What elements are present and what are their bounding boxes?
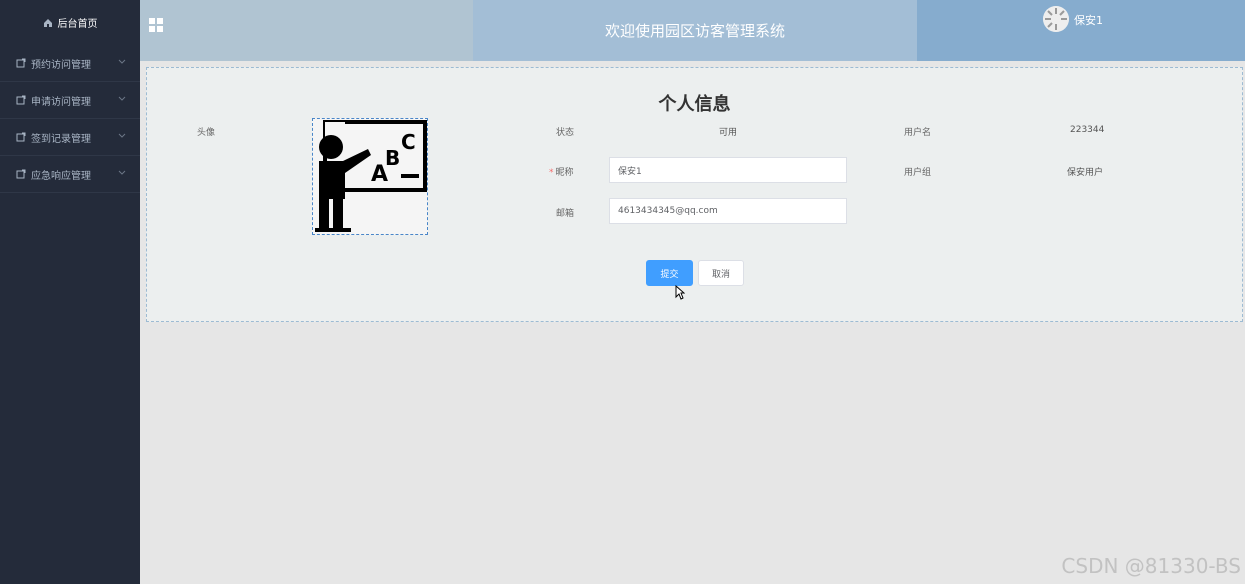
cancel-button[interactable]: 取消 <box>698 260 744 286</box>
required-mark: * <box>549 168 554 178</box>
watermark: CSDN @81330-BS <box>1061 554 1241 578</box>
header-user[interactable]: 保安1 <box>917 0 1245 61</box>
group-label: 用户组 <box>904 168 932 178</box>
sidebar: 后台首页 预约访问管理 申请访问管理 签到记录管理 应急响应管理 <box>0 0 140 584</box>
doc-icon <box>16 95 26 105</box>
avatar-label: 头像 <box>197 128 216 138</box>
sidebar-home[interactable]: 后台首页 <box>0 0 140 45</box>
header-username[interactable]: 保安1 <box>1074 12 1103 28</box>
chevron-down-icon <box>118 168 126 176</box>
group-value: 保安用户 <box>1067 168 1104 178</box>
chevron-down-icon <box>118 57 126 65</box>
username-label: 用户名 <box>904 128 932 138</box>
sidebar-item-label: 签到记录管理 <box>31 133 91 145</box>
sidebar-item-label: 应急响应管理 <box>31 170 91 182</box>
email-label: 邮箱 <box>556 209 575 219</box>
sidebar-item-label: 预约访问管理 <box>31 59 91 71</box>
top-header: 欢迎使用园区访客管理系统 保安1 <box>140 0 1245 61</box>
teacher-board-icon: A B C <box>313 119 427 234</box>
chevron-down-icon <box>118 94 126 102</box>
sidebar-home-label: 后台首页 <box>57 19 98 30</box>
nickname-field[interactable]: 保安1 <box>609 157 847 183</box>
profile-card: 个人信息 头像 A B C 状态 可用 用户名 223344 * 昵称 保安1 用… <box>146 67 1243 322</box>
submit-button[interactable]: 提交 <box>646 260 693 286</box>
sidebar-item-appointment[interactable]: 预约访问管理 <box>0 45 140 82</box>
sidebar-item-emergency[interactable]: 应急响应管理 <box>0 156 140 193</box>
sidebar-item-application[interactable]: 申请访问管理 <box>0 82 140 119</box>
page-title: 个人信息 <box>658 94 731 115</box>
header-left <box>140 0 473 61</box>
avatar[interactable] <box>1043 6 1069 32</box>
nickname-label: * 昵称 <box>549 168 574 178</box>
grid-icon[interactable] <box>149 18 164 33</box>
username-value: 223344 <box>1070 125 1105 135</box>
home-icon <box>43 18 53 28</box>
avatar-upload[interactable]: A B C <box>312 118 428 235</box>
status-value: 可用 <box>719 128 738 138</box>
sidebar-item-label: 申请访问管理 <box>31 96 91 108</box>
svg-text:B: B <box>385 146 400 170</box>
email-field[interactable]: 4613434345@qq.com <box>609 198 847 224</box>
doc-icon <box>16 169 26 179</box>
mouse-cursor-icon <box>675 284 686 300</box>
header-title: 欢迎使用园区访客管理系统 <box>473 0 917 61</box>
doc-icon <box>16 132 26 142</box>
svg-text:C: C <box>401 130 416 154</box>
sidebar-item-checkin[interactable]: 签到记录管理 <box>0 119 140 156</box>
status-label: 状态 <box>556 128 575 138</box>
doc-icon <box>16 58 26 68</box>
chevron-down-icon <box>118 131 126 139</box>
